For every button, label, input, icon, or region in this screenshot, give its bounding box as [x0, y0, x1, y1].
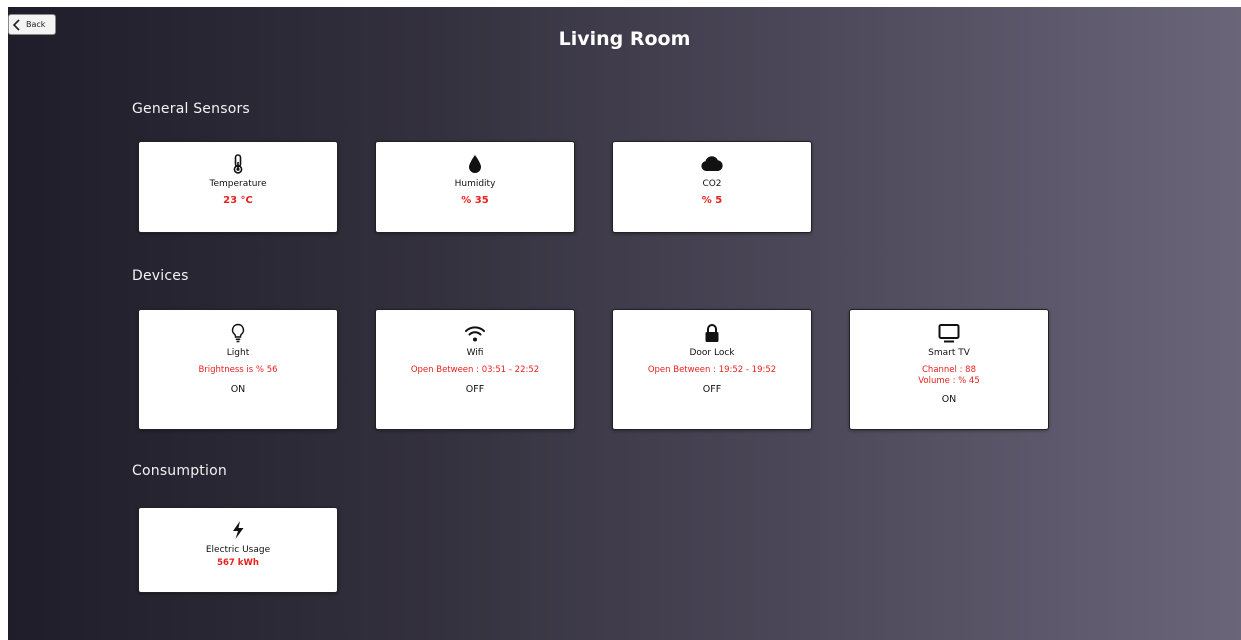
device-name: Light [226, 348, 250, 358]
device-card-wifi[interactable]: Wifi Open Between : 03:51 - 22:52 OFF [375, 309, 575, 430]
device-name: Wifi [466, 348, 484, 358]
device-card-smart-tv[interactable]: Smart TV Channel : 88 Volume : % 45 ON [849, 309, 1049, 430]
device-name: Smart TV [928, 348, 970, 358]
device-info: Open Between : 03:51 - 22:52 [410, 365, 540, 375]
sensor-value: % 35 [461, 195, 489, 206]
wifi-icon [464, 322, 486, 344]
consumption-value: 567 kWh [217, 558, 259, 568]
sensor-card-co2[interactable]: CO2 % 5 [612, 141, 812, 233]
device-state: OFF [465, 384, 485, 395]
page-title: Living Room [558, 28, 691, 50]
device-state: ON [230, 384, 246, 395]
sensor-name: Temperature [209, 179, 267, 189]
water-drop-icon [468, 153, 482, 175]
thermometer-icon [232, 153, 244, 175]
device-info: Open Between : 19:52 - 19:52 [647, 365, 777, 375]
device-name: Door Lock [689, 348, 735, 358]
consumption-card-electric[interactable]: Electric Usage 567 kWh [138, 507, 338, 593]
consumption-name: Electric Usage [205, 545, 271, 555]
sensor-card-humidity[interactable]: Humidity % 35 [375, 141, 575, 233]
cloud-icon [700, 153, 724, 175]
device-card-light[interactable]: Light Brightness is % 56 ON [138, 309, 338, 430]
sensor-value: 23 °C [223, 195, 253, 206]
tv-channel: Channel : 88 [922, 365, 976, 375]
lightning-bolt-icon [231, 519, 245, 541]
tv-icon [938, 322, 960, 344]
sensor-name: CO2 [702, 179, 722, 189]
device-state: OFF [702, 384, 722, 395]
device-card-door-lock[interactable]: Door Lock Open Between : 19:52 - 19:52 O… [612, 309, 812, 430]
lightbulb-icon [231, 322, 245, 344]
sensor-card-temperature[interactable]: Temperature 23 °C [138, 141, 338, 233]
sensor-name: Humidity [454, 179, 496, 189]
device-info: Brightness is % 56 [198, 365, 278, 375]
device-info: Channel : 88 Volume : % 45 [918, 365, 979, 387]
section-title-devices: Devices [132, 268, 189, 284]
tv-volume: Volume : % 45 [918, 376, 980, 386]
sensor-value: % 5 [701, 195, 723, 206]
page-background: Back Living Room General Sensors Tempera… [8, 7, 1241, 640]
section-title-sensors: General Sensors [132, 101, 250, 117]
device-state: ON [941, 394, 957, 405]
lock-icon [704, 322, 720, 344]
section-title-consumption: Consumption [132, 463, 227, 479]
